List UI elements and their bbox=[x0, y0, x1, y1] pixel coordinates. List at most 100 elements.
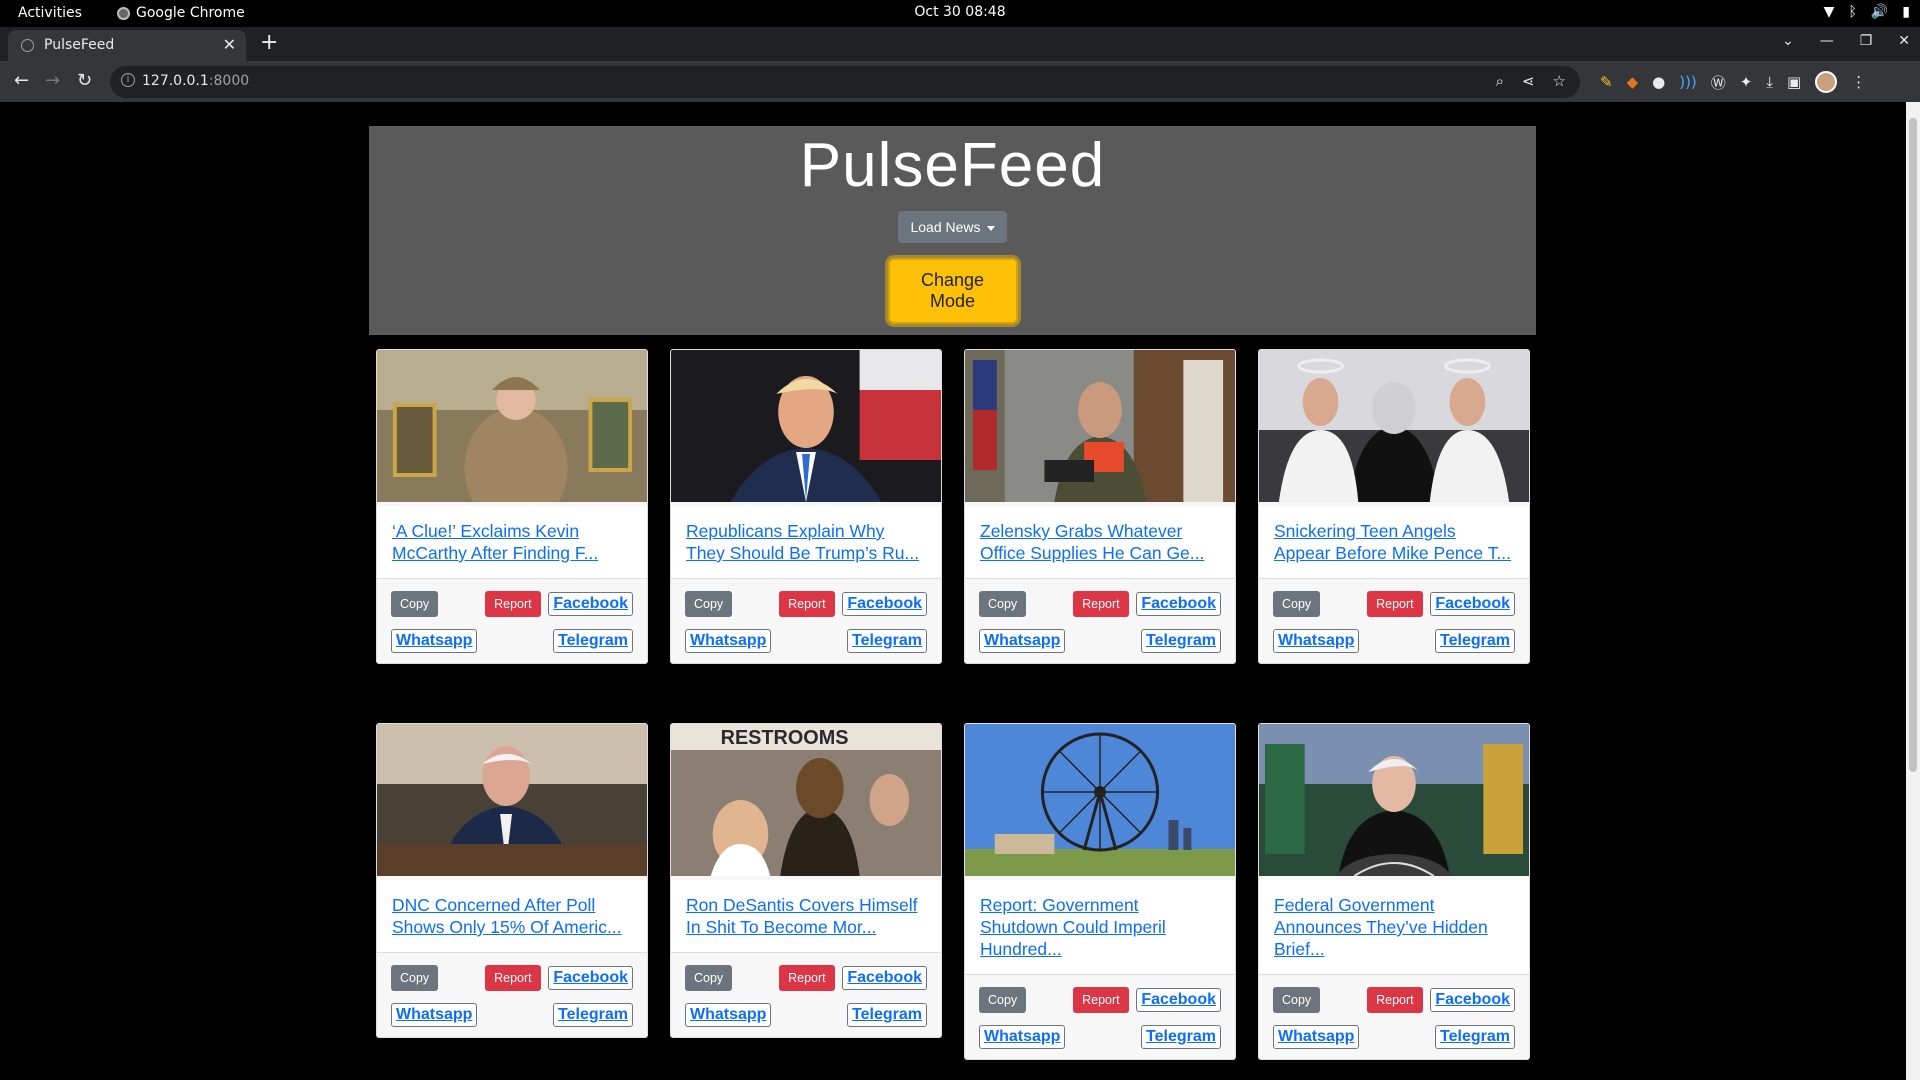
facebook-share-button[interactable]: Facebook bbox=[548, 592, 633, 616]
report-button[interactable]: Report bbox=[1367, 591, 1423, 617]
card-body: Report: Government Shutdown Could Imperi… bbox=[965, 880, 1235, 975]
telegram-share-button[interactable]: Telegram bbox=[553, 629, 633, 653]
whatsapp-share-button[interactable]: Whatsapp bbox=[685, 1003, 772, 1027]
whatsapp-share-button[interactable]: Whatsapp bbox=[979, 1025, 1066, 1049]
card-actions: Copy Report Facebook Whatsapp Telegram bbox=[377, 953, 647, 1037]
puzzle-extensions-icon[interactable]: ✦ bbox=[1740, 73, 1753, 91]
headline-link[interactable]: Report: Government Shutdown Could Imperi… bbox=[980, 894, 1220, 960]
close-tab-icon[interactable]: ✕ bbox=[223, 35, 236, 54]
tab-search-icon[interactable]: ⌄ bbox=[1782, 33, 1794, 49]
telegram-share-button[interactable]: Telegram bbox=[1141, 1025, 1221, 1049]
telegram-share-button[interactable]: Telegram bbox=[553, 1003, 633, 1027]
headline-link[interactable]: Snickering Teen Angels Appear Before Mik… bbox=[1274, 520, 1514, 564]
restore-icon[interactable]: ❐ bbox=[1860, 33, 1873, 49]
whatsapp-share-button[interactable]: Whatsapp bbox=[1273, 629, 1360, 653]
share-icon[interactable]: ⋖ bbox=[1522, 72, 1535, 90]
headline-link[interactable]: Zelensky Grabs Whatever Office Supplies … bbox=[980, 520, 1220, 564]
wave-extension-icon[interactable]: ))) bbox=[1679, 73, 1697, 91]
facebook-share-button[interactable]: Facebook bbox=[1430, 988, 1515, 1012]
copy-button[interactable]: Copy bbox=[391, 965, 439, 991]
report-button[interactable]: Report bbox=[779, 965, 835, 991]
copy-button[interactable]: Copy bbox=[1273, 591, 1321, 617]
telegram-share-button[interactable]: Telegram bbox=[1435, 1025, 1515, 1049]
headline-link[interactable]: Republicans Explain Why They Should Be T… bbox=[686, 520, 926, 564]
card-actions: Copy Report Facebook Whatsapp Telegram bbox=[965, 975, 1235, 1059]
copy-button[interactable]: Copy bbox=[685, 591, 733, 617]
metamask-extension-icon[interactable]: ◆ bbox=[1627, 73, 1639, 91]
copy-button[interactable]: Copy bbox=[979, 987, 1027, 1013]
headline-link[interactable]: Federal Government Announces They’ve Hid… bbox=[1274, 894, 1514, 960]
telegram-share-button[interactable]: Telegram bbox=[847, 629, 927, 653]
news-card: RESTROOMS Ron DeSantis Covers Himself In … bbox=[670, 723, 942, 1038]
card-body: DNC Concerned After Poll Shows Only 15% … bbox=[377, 880, 647, 953]
app-name-label: Google Chrome bbox=[136, 5, 245, 21]
site-info-icon[interactable]: i bbox=[121, 73, 135, 87]
copy-button[interactable]: Copy bbox=[685, 965, 733, 991]
battery-icon: ▮ bbox=[1902, 4, 1910, 20]
bookmark-star-icon[interactable]: ☆ bbox=[1553, 72, 1566, 90]
system-tray[interactable]: ▼ ᛒ 🔊 ▮ bbox=[1824, 4, 1910, 20]
copy-button[interactable]: Copy bbox=[391, 591, 439, 617]
news-card: Republicans Explain Why They Should Be T… bbox=[670, 349, 942, 664]
facebook-share-button[interactable]: Facebook bbox=[548, 966, 633, 990]
report-button[interactable]: Report bbox=[485, 591, 541, 617]
telegram-share-button[interactable]: Telegram bbox=[1435, 629, 1515, 653]
news-card: DNC Concerned After Poll Shows Only 15% … bbox=[376, 723, 648, 1038]
report-button[interactable]: Report bbox=[779, 591, 835, 617]
news-image bbox=[1259, 350, 1529, 502]
card-body: Snickering Teen Angels Appear Before Mik… bbox=[1259, 506, 1529, 579]
news-card: Zelensky Grabs Whatever Office Supplies … bbox=[964, 349, 1236, 664]
volume-icon: 🔊 bbox=[1870, 4, 1889, 20]
report-button[interactable]: Report bbox=[1073, 987, 1129, 1013]
report-button[interactable]: Report bbox=[485, 965, 541, 991]
forward-icon[interactable]: → bbox=[45, 70, 60, 91]
close-window-icon[interactable]: ✕ bbox=[1898, 33, 1910, 49]
circle-extension-icon[interactable]: ● bbox=[1652, 73, 1665, 91]
zoom-icon[interactable]: ⌕ bbox=[1496, 72, 1504, 90]
change-mode-button[interactable]: Change Mode bbox=[887, 258, 1018, 324]
app-menu[interactable]: Google Chrome bbox=[117, 5, 245, 21]
telegram-share-button[interactable]: Telegram bbox=[847, 1003, 927, 1027]
card-actions: Copy Report Facebook Whatsapp Telegram bbox=[377, 579, 647, 663]
whatsapp-share-button[interactable]: Whatsapp bbox=[391, 1003, 478, 1027]
headline-link[interactable]: ‘A Clue!’ Exclaims Kevin McCarthy After … bbox=[392, 520, 632, 564]
minimize-icon[interactable]: — bbox=[1820, 33, 1834, 49]
menu-kebab-icon[interactable]: ⋮ bbox=[1851, 73, 1866, 91]
headline-link[interactable]: Ron DeSantis Covers Himself In Shit To B… bbox=[686, 894, 926, 938]
news-image bbox=[965, 724, 1235, 876]
load-news-dropdown[interactable]: Load News bbox=[898, 211, 1007, 243]
side-panel-icon[interactable]: ▣ bbox=[1787, 73, 1801, 91]
whatsapp-share-button[interactable]: Whatsapp bbox=[391, 629, 478, 653]
tab-pulsefeed[interactable]: PulseFeed ✕ bbox=[8, 30, 246, 61]
copy-button[interactable]: Copy bbox=[979, 591, 1027, 617]
whatsapp-share-button[interactable]: Whatsapp bbox=[1273, 1025, 1360, 1049]
facebook-share-button[interactable]: Facebook bbox=[842, 966, 927, 990]
activities-button[interactable]: Activities bbox=[18, 5, 82, 21]
facebook-share-button[interactable]: Facebook bbox=[1430, 592, 1515, 616]
page-title: PulseFeed bbox=[799, 131, 1106, 200]
page-scrollbar[interactable] bbox=[1906, 102, 1920, 1080]
copy-button[interactable]: Copy bbox=[1273, 987, 1321, 1013]
clock[interactable]: Oct 30 08:48 bbox=[0, 4, 1920, 20]
news-image bbox=[671, 350, 941, 502]
telegram-share-button[interactable]: Telegram bbox=[1141, 629, 1221, 653]
report-button[interactable]: Report bbox=[1073, 591, 1129, 617]
whatsapp-share-button[interactable]: Whatsapp bbox=[685, 629, 772, 653]
profile-avatar[interactable] bbox=[1815, 71, 1838, 93]
reload-icon[interactable]: ↻ bbox=[77, 70, 92, 91]
w-extension-icon[interactable]: Ⓦ bbox=[1711, 72, 1726, 93]
scrollbar-thumb[interactable] bbox=[1909, 118, 1917, 772]
report-button[interactable]: Report bbox=[1367, 987, 1423, 1013]
address-bar[interactable]: i 127.0.0.1:8000 ⌕ ⋖ ☆ bbox=[110, 66, 1580, 98]
highlighter-extension-icon[interactable]: ✎ bbox=[1600, 73, 1613, 91]
url-text[interactable]: 127.0.0.1:8000 bbox=[142, 73, 249, 89]
headline-link[interactable]: DNC Concerned After Poll Shows Only 15% … bbox=[392, 894, 632, 938]
back-icon[interactable]: ← bbox=[14, 70, 29, 91]
whatsapp-share-button[interactable]: Whatsapp bbox=[979, 629, 1066, 653]
facebook-share-button[interactable]: Facebook bbox=[1136, 592, 1221, 616]
facebook-share-button[interactable]: Facebook bbox=[842, 592, 927, 616]
facebook-share-button[interactable]: Facebook bbox=[1136, 988, 1221, 1012]
download-icon[interactable]: ⤓ bbox=[1766, 73, 1773, 91]
card-body: Ron DeSantis Covers Himself In Shit To B… bbox=[671, 880, 941, 953]
new-tab-button[interactable]: + bbox=[260, 30, 278, 55]
